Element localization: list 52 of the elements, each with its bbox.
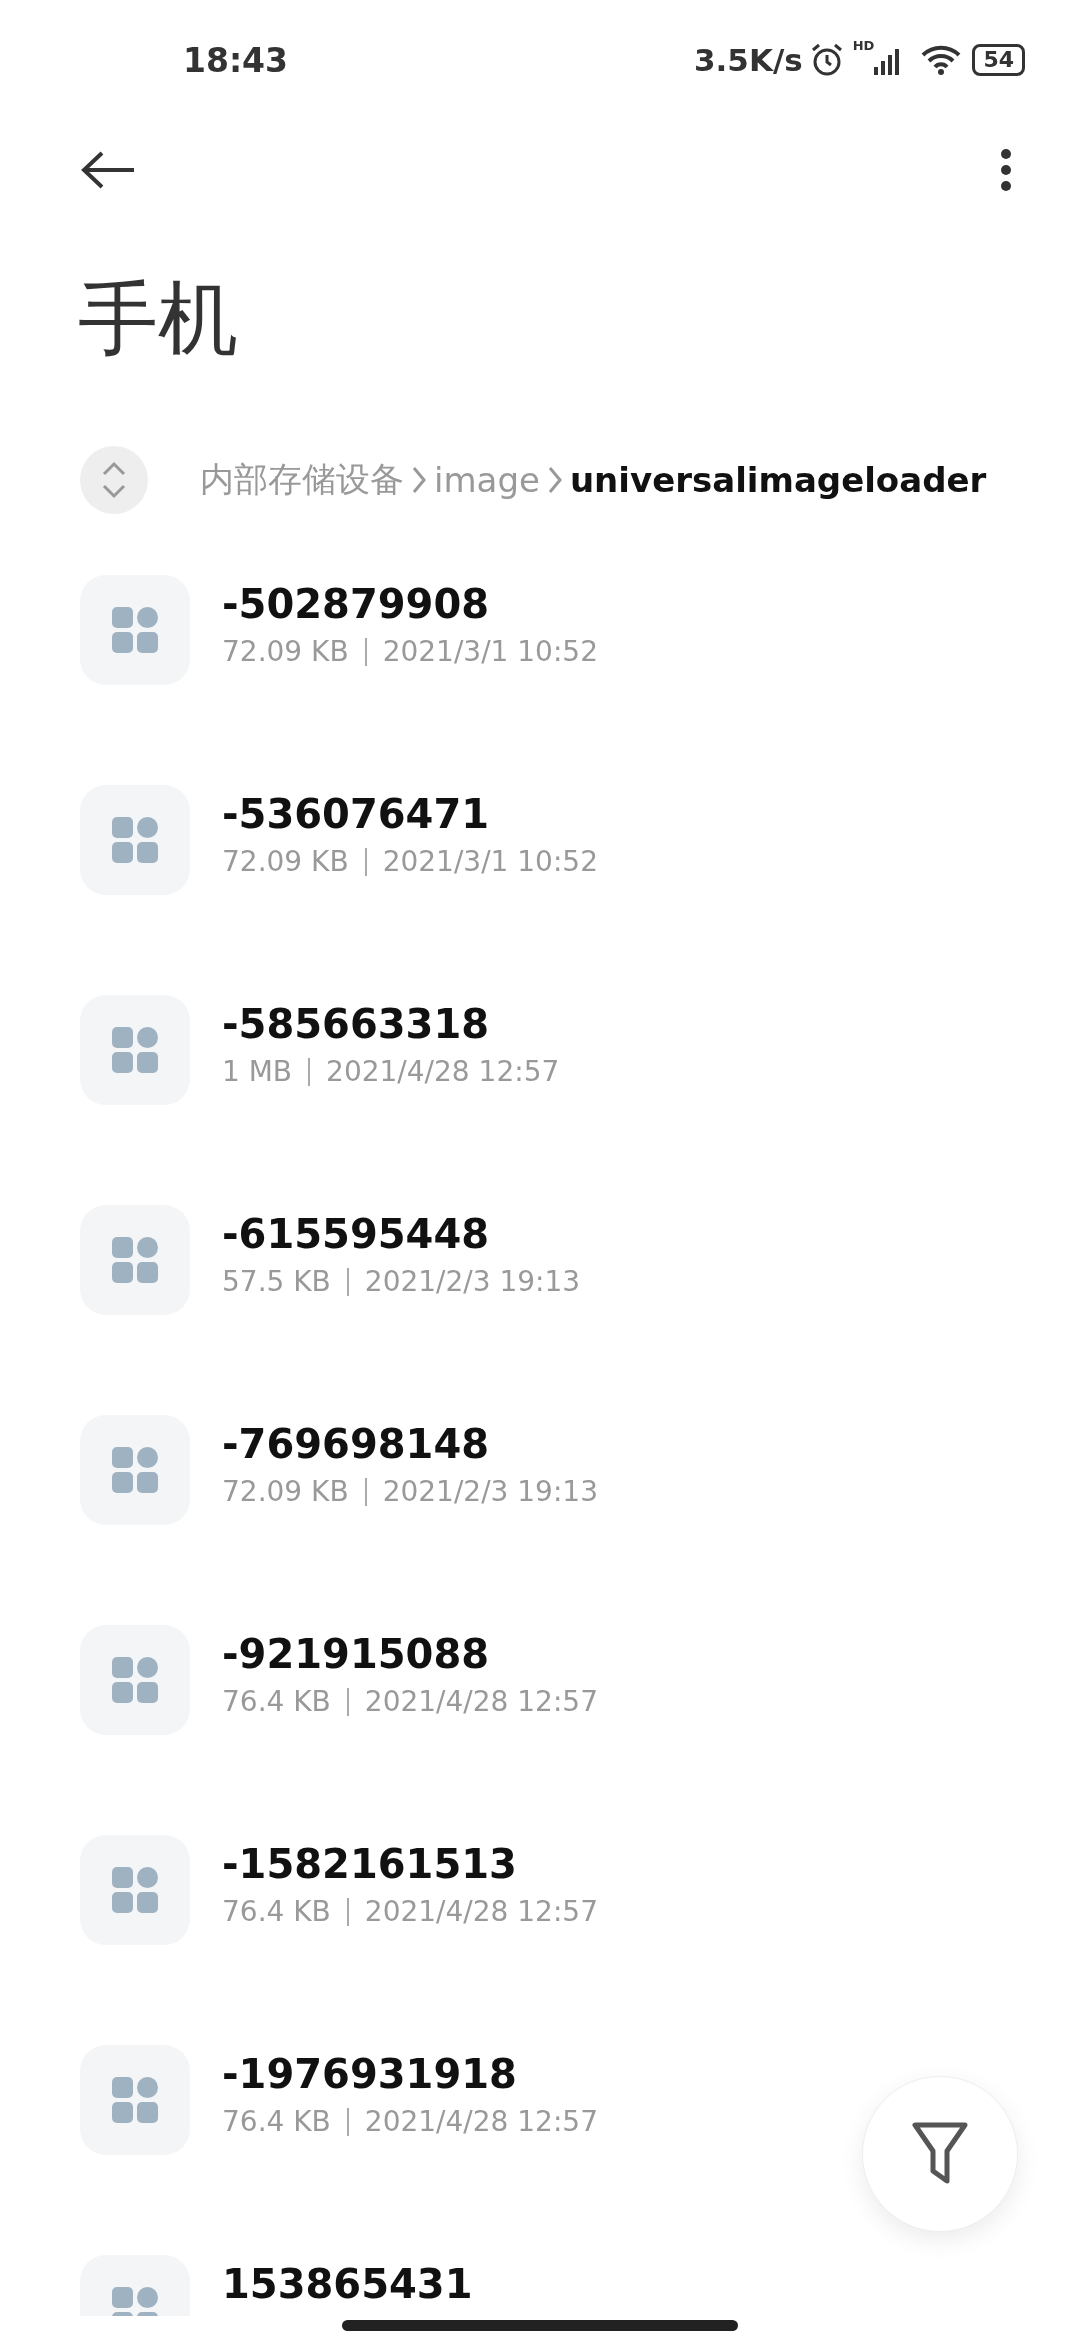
file-name[interactable]: -1976931918 [222, 2051, 598, 2097]
file-name[interactable]: -536076471 [222, 791, 598, 837]
file-name[interactable]: -1582161513 [222, 1841, 598, 1887]
file-size: 72.09 KB [222, 635, 349, 668]
wifi-icon [920, 44, 963, 76]
file-date: 2021/4/28 12:57 [364, 1895, 598, 1928]
back-icon[interactable] [80, 150, 136, 190]
battery-indicator: 54 [972, 44, 1025, 76]
file-thumbnail[interactable] [80, 2045, 190, 2155]
chevron-icon [410, 465, 428, 495]
file-name[interactable]: 153865431 [222, 2261, 473, 2307]
page-title: 手机 [77, 271, 239, 367]
file-name[interactable]: -921915088 [222, 1631, 598, 1677]
app-grid-icon [112, 1447, 158, 1493]
file-name[interactable]: -615595448 [222, 1211, 581, 1257]
file-thumbnail[interactable] [80, 785, 190, 895]
file-thumbnail[interactable] [80, 575, 190, 685]
file-thumbnail[interactable] [80, 1835, 190, 1945]
file-date: 2021/2/3 19:13 [382, 1475, 598, 1508]
file-name[interactable]: -769698148 [222, 1421, 598, 1467]
app-grid-icon [112, 1657, 158, 1703]
file-size: 72.09 KB [222, 845, 349, 878]
app-grid-icon [112, 1867, 158, 1913]
file-date: 2021/4/28 12:57 [364, 2105, 598, 2138]
file-thumbnail[interactable] [80, 1205, 190, 1315]
more-options-icon[interactable] [1000, 148, 1012, 192]
up-down-chevron-icon [101, 460, 127, 500]
file-size: 76.4 KB [222, 2105, 331, 2138]
file-size: 57.5 KB [222, 1265, 331, 1298]
file-thumbnail[interactable] [80, 1415, 190, 1525]
app-grid-icon [112, 817, 158, 863]
file-size: 76.4 KB [222, 1685, 331, 1718]
app-grid-icon [112, 1027, 158, 1073]
file-thumbnail[interactable] [80, 995, 190, 1105]
file-thumbnail[interactable] [80, 1625, 190, 1735]
file-date: 2021/4/28 12:57 [364, 1685, 598, 1718]
file-size: 72.09 KB [222, 1475, 349, 1508]
file-date: 2021/3/1 10:52 [382, 635, 598, 668]
app-grid-icon [112, 607, 158, 653]
file-date: 2021/2/3 19:13 [364, 1265, 581, 1298]
network-type: HD [852, 38, 875, 53]
network-speed: 3.5K/s [694, 42, 803, 78]
file-date: 2021/4/28 12:57 [326, 1055, 560, 1088]
app-grid-icon [112, 2077, 158, 2123]
file-size: 76.4 KB [222, 1895, 331, 1928]
file-size: 1 MB [222, 1055, 293, 1088]
app-grid-icon [112, 1237, 158, 1283]
status-time: 18:43 [183, 40, 289, 80]
file-date: 2021/3/1 10:52 [382, 845, 598, 878]
file-name[interactable]: -502879908 [222, 581, 598, 627]
file-name[interactable]: -585663318 [222, 1001, 560, 1047]
breadcrumb-item[interactable]: universalimageloader [569, 460, 987, 500]
